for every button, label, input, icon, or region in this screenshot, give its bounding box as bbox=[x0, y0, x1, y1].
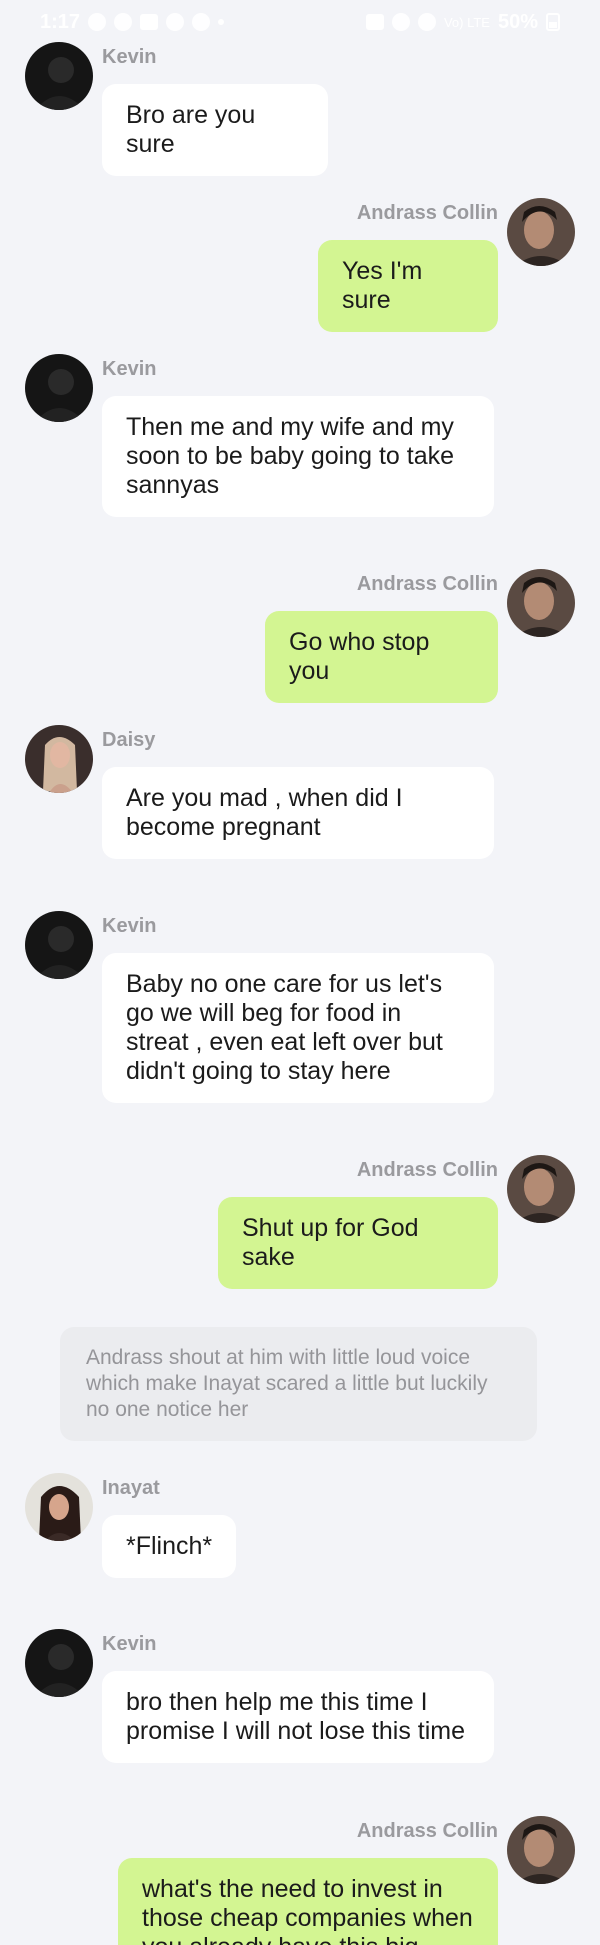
inayat-avatar-icon bbox=[25, 1473, 93, 1541]
message-bubble[interactable]: what's the need to invest in those cheap… bbox=[118, 1858, 498, 1945]
andrass-avatar-icon bbox=[507, 569, 575, 637]
andrass-avatar-icon bbox=[507, 1155, 575, 1223]
message-bubble[interactable]: Are you mad , when did I become pregnant bbox=[102, 767, 494, 859]
message-bubble[interactable]: bro then help me this time I promise I w… bbox=[102, 1671, 494, 1763]
andrass-avatar-icon bbox=[507, 198, 575, 266]
narration-block: Andrass shout at him with little loud vo… bbox=[60, 1327, 537, 1441]
sender-name: Andrass Collin bbox=[356, 1159, 498, 1181]
message-bubble[interactable]: Bro are you sure bbox=[102, 84, 328, 176]
message-bubble[interactable]: *Flinch* bbox=[102, 1515, 236, 1578]
message-bubble[interactable]: Go who stop you bbox=[265, 611, 498, 703]
avatar-kevin[interactable] bbox=[25, 354, 93, 422]
chat-thread[interactable]: Kevin Bro are you sure Andrass Collin Ye… bbox=[0, 0, 600, 1945]
kevin-avatar-icon bbox=[25, 911, 93, 979]
sender-name: Andrass Collin bbox=[356, 1820, 498, 1842]
andrass-avatar-icon bbox=[507, 1816, 575, 1884]
sender-name: Kevin bbox=[102, 46, 157, 68]
message-bubble[interactable]: Then me and my wife and my soon to be ba… bbox=[102, 396, 494, 517]
avatar-andrass[interactable] bbox=[507, 569, 575, 637]
sender-name: Kevin bbox=[102, 1633, 157, 1655]
kevin-avatar-icon bbox=[25, 354, 93, 422]
avatar-andrass[interactable] bbox=[507, 1816, 575, 1884]
kevin-avatar-icon bbox=[25, 42, 93, 110]
sender-name: Daisy bbox=[102, 729, 156, 751]
avatar-daisy[interactable] bbox=[25, 725, 93, 793]
kevin-avatar-icon bbox=[25, 1629, 93, 1697]
message-bubble[interactable]: Yes I'm sure bbox=[318, 240, 498, 332]
sender-name: Kevin bbox=[102, 915, 157, 937]
avatar-andrass[interactable] bbox=[507, 1155, 575, 1223]
avatar-kevin[interactable] bbox=[25, 42, 93, 110]
message-bubble[interactable]: Shut up for God sake bbox=[218, 1197, 498, 1289]
avatar-kevin[interactable] bbox=[25, 1629, 93, 1697]
sender-name: Kevin bbox=[102, 358, 157, 380]
sender-name: Inayat bbox=[102, 1477, 160, 1499]
daisy-avatar-icon bbox=[25, 725, 93, 793]
message-bubble[interactable]: Baby no one care for us let's go we will… bbox=[102, 953, 494, 1103]
sender-name: Andrass Collin bbox=[356, 202, 498, 224]
avatar-inayat[interactable] bbox=[25, 1473, 93, 1541]
avatar-andrass[interactable] bbox=[507, 198, 575, 266]
sender-name: Andrass Collin bbox=[356, 573, 498, 595]
avatar-kevin[interactable] bbox=[25, 911, 93, 979]
